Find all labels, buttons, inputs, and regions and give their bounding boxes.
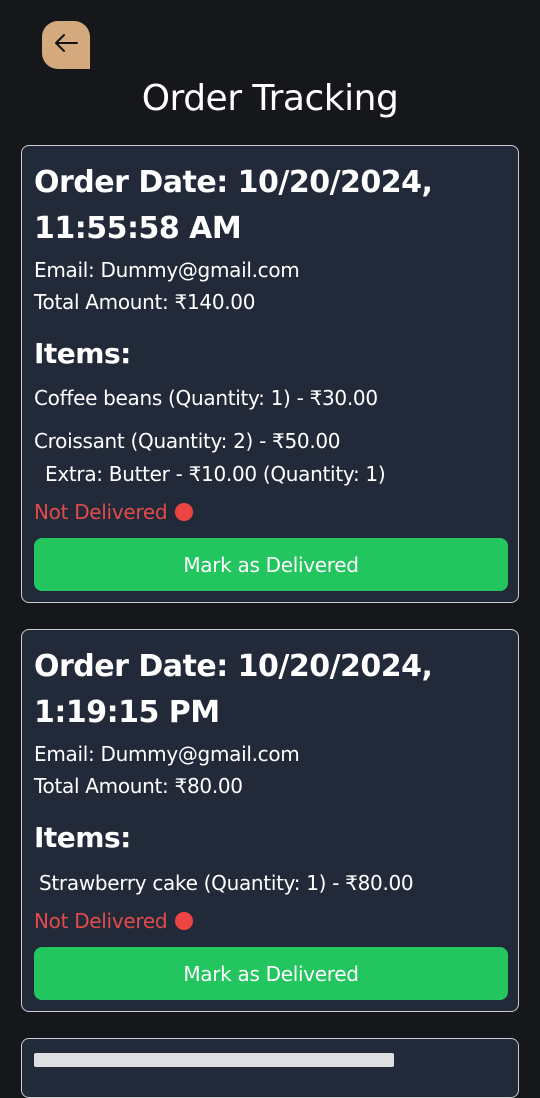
status-label: Not Delivered [34, 909, 168, 933]
status-badge: Not Delivered [34, 497, 194, 527]
order-item: Coffee beans (Quantity: 1) - ₹30.00 [34, 386, 378, 410]
mark-delivered-button[interactable]: Mark as Delivered [34, 538, 508, 591]
status-badge: Not Delivered [34, 906, 194, 936]
order-item: Croissant (Quantity: 2) - ₹50.00 [34, 429, 341, 453]
back-button[interactable] [42, 21, 90, 69]
order-card-partial [21, 1038, 519, 1098]
arrow-left-icon [53, 32, 79, 58]
status-dot-icon [175, 912, 194, 930]
mark-delivered-button[interactable]: Mark as Delivered [34, 947, 508, 1000]
order-item-extra: Extra: Butter - ₹10.00 (Quantity: 1) [45, 462, 386, 486]
order-item: Strawberry cake (Quantity: 1) - ₹80.00 [39, 871, 414, 895]
status-label: Not Delivered [34, 500, 168, 524]
items-heading: Items: [34, 821, 131, 854]
page-title: Order Tracking [141, 78, 399, 119]
order-card: Order Date: 10/20/2024, 11:55:58 AM Emai… [21, 145, 519, 603]
order-date: Order Date: 10/20/2024, 1:19:15 PM [34, 649, 433, 730]
items-heading: Items: [34, 337, 131, 370]
order-total: Total Amount: ₹80.00 [34, 774, 243, 798]
order-date-clipped [34, 1053, 394, 1067]
order-email: Email: Dummy@gmail.com [34, 258, 300, 282]
order-email: Email: Dummy@gmail.com [34, 742, 300, 766]
status-dot-icon [175, 503, 194, 521]
order-date: Order Date: 10/20/2024, 11:55:58 AM [34, 165, 433, 246]
order-card: Order Date: 10/20/2024, 1:19:15 PM Email… [21, 629, 519, 1012]
order-total: Total Amount: ₹140.00 [34, 290, 256, 314]
